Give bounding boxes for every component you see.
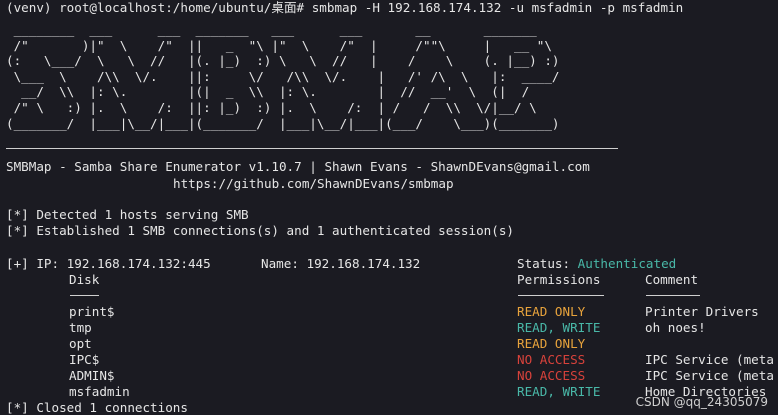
share-perm-ipc: NO ACCESS [517, 352, 586, 367]
url-line: https://github.com/ShawnDEvans/smbmap [173, 176, 454, 191]
share-perm-print: READ ONLY [517, 304, 586, 319]
share-perm-admin: NO ACCESS [517, 368, 586, 383]
share-disk-tmp: tmp [69, 320, 92, 335]
detect-line: [*] Detected 1 hosts serving SMB [6, 207, 249, 222]
share-perm-opt: READ ONLY [517, 336, 586, 351]
header-comment-underline [646, 295, 700, 296]
smbmap-ascii-banner: ________ ___ ___ _______ ___ ___ __ ____… [6, 22, 560, 131]
session-line: [*] Established 1 SMB connections(s) and… [6, 223, 514, 238]
header-disk: Disk [69, 272, 100, 287]
command-line: (venv) root@localhost:/home/ubuntu/桌面# s… [6, 0, 684, 15]
status-label: Status: [517, 256, 578, 271]
status-value: Authenticated [577, 256, 677, 271]
share-comment-admin: IPC Service (meta [645, 368, 774, 383]
share-disk-opt: opt [69, 336, 92, 351]
csdn-watermark: CSDN @qq_24305079 [635, 395, 768, 409]
share-disk-admin: ADMIN$ [69, 368, 115, 383]
header-comment: Comment [645, 272, 699, 287]
host-name: Name: 192.168.174.132 [261, 256, 421, 271]
banner-separator [6, 148, 618, 149]
host-status: Status: Authenticated [517, 256, 676, 272]
header-permissions: Permissions [517, 272, 601, 287]
header-disk-underline [70, 295, 99, 296]
host-ip: [+] IP: 192.168.174.132:445 [6, 256, 211, 271]
header-permissions-underline [518, 295, 604, 296]
share-perm-tmp: READ, WRITE [517, 320, 601, 335]
share-comment-tmp: oh noes! [645, 320, 706, 335]
share-comment-ipc: IPC Service (meta [645, 352, 774, 367]
share-comment-print: Printer Drivers [645, 304, 759, 319]
closed-line: [*] Closed 1 connections [6, 400, 188, 415]
share-disk-ipc: IPC$ [69, 352, 100, 367]
share-perm-msfadmin: READ, WRITE [517, 384, 601, 399]
title-line: SMBMap - Samba Share Enumerator v1.10.7 … [6, 159, 590, 174]
share-disk-msfadmin: msfadmin [69, 384, 130, 399]
share-disk-print: print$ [69, 304, 115, 319]
terminal-window[interactable]: (venv) root@localhost:/home/ubuntu/桌面# s… [0, 0, 778, 415]
